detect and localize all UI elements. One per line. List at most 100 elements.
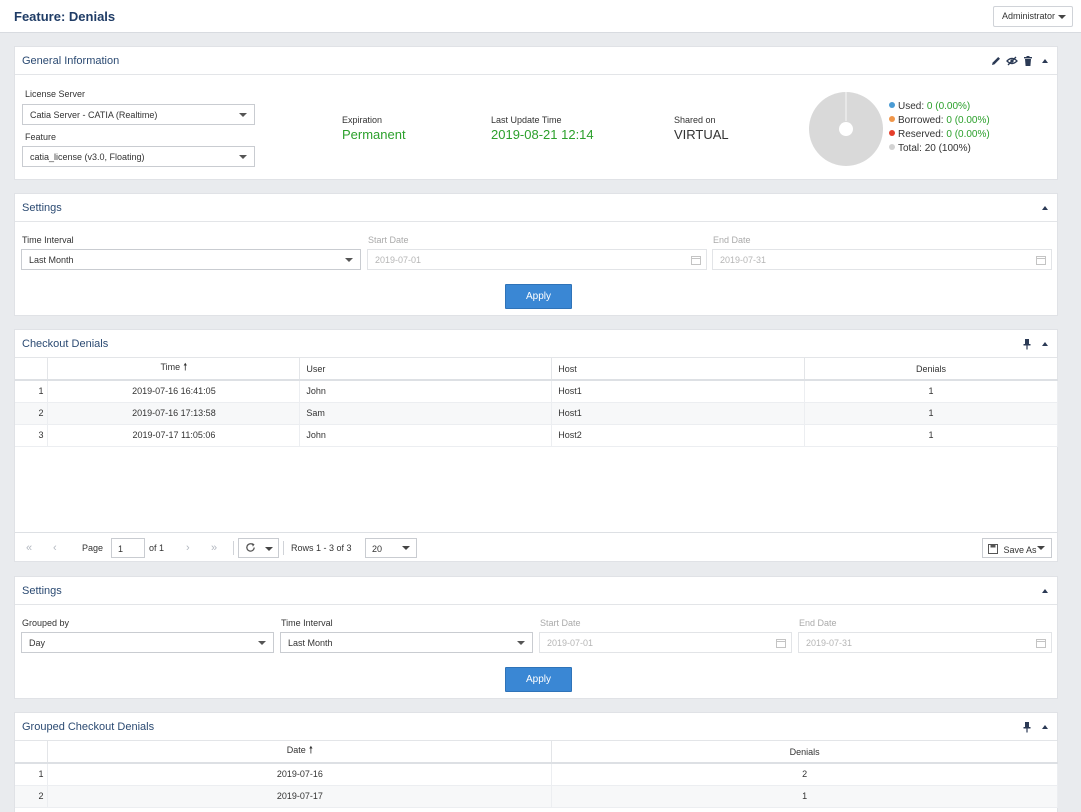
apply-button[interactable]: Apply bbox=[505, 667, 572, 692]
column-header-label: Denials bbox=[916, 363, 947, 374]
cell-host: Host2 bbox=[551, 424, 806, 447]
page-size-select[interactable]: 20 bbox=[365, 538, 417, 558]
trash-icon[interactable] bbox=[1022, 55, 1034, 67]
chevron-down-icon bbox=[517, 641, 525, 645]
license-server-value: Catia Server - CATIA (Realtime) bbox=[30, 110, 158, 120]
row-number-header bbox=[15, 358, 49, 381]
apply-button[interactable]: Apply bbox=[505, 284, 572, 309]
grouped-checkout-denials-panel: Grouped Checkout Denials Date 🠕 Denials 1… bbox=[14, 712, 1058, 812]
cell-host: Host1 bbox=[551, 380, 806, 403]
feature-value: catia_license (v3.0, Floating) bbox=[30, 152, 145, 162]
collapse-icon[interactable] bbox=[1042, 725, 1048, 729]
start-date-value: 2019-07-01 bbox=[375, 255, 422, 265]
grouped-denials-table: Date 🠕 Denials 1 2019-07-16 2 2 2019-07-1… bbox=[15, 741, 1058, 808]
legend-label: Borrowed: bbox=[898, 115, 944, 126]
chevron-down-icon bbox=[258, 641, 266, 645]
legend-dot bbox=[889, 130, 895, 136]
last-page-icon[interactable]: » bbox=[211, 542, 217, 554]
expiration-value: Permanent bbox=[342, 127, 406, 142]
start-date-input[interactable]: 2019-07-01 bbox=[539, 632, 792, 653]
end-date-input[interactable]: 2019-07-31 bbox=[712, 249, 1052, 270]
license-server-select[interactable]: Catia Server - CATIA (Realtime) bbox=[22, 104, 255, 125]
sort-asc-icon: 🠕 bbox=[308, 745, 314, 756]
end-date-value: 2019-07-31 bbox=[720, 255, 767, 265]
page-number-input[interactable]: 1 bbox=[111, 538, 145, 558]
collapse-icon[interactable] bbox=[1042, 59, 1048, 63]
collapse-icon[interactable] bbox=[1042, 589, 1048, 593]
end-date-label: End Date bbox=[799, 618, 837, 628]
pagination-bar: « ‹ Page 1 of 1 › » Rows 1 - 3 of 3 20 S… bbox=[15, 532, 1057, 562]
row-number: 2 bbox=[15, 402, 49, 425]
feature-select[interactable]: catia_license (v3.0, Floating) bbox=[22, 146, 255, 167]
time-interval-select[interactable]: Last Month bbox=[280, 632, 533, 653]
legend-value: 0 (0.00%) bbox=[926, 101, 971, 112]
legend-label: Total: bbox=[898, 143, 922, 154]
column-header-date[interactable]: Date 🠕 bbox=[47, 741, 553, 764]
table-row[interactable]: 1 2019-07-16 16:41:05 John Host1 1 bbox=[15, 380, 1058, 403]
license-server-label: License Server bbox=[25, 89, 86, 99]
end-date-input[interactable]: 2019-07-31 bbox=[798, 632, 1052, 653]
table-row[interactable]: 3 2019-07-17 11:05:06 John Host2 1 bbox=[15, 424, 1058, 447]
legend-total: Total: 20 (100%) bbox=[889, 143, 971, 154]
pin-icon[interactable] bbox=[1021, 721, 1033, 733]
legend-value: 20 (100%) bbox=[924, 143, 971, 154]
chevron-down-icon bbox=[239, 155, 247, 159]
collapse-icon[interactable] bbox=[1042, 206, 1048, 210]
time-interval-select[interactable]: Last Month bbox=[21, 249, 361, 270]
cell-user: John bbox=[299, 424, 553, 447]
cell-date: 2019-07-17 bbox=[47, 785, 553, 808]
first-page-icon[interactable]: « bbox=[26, 542, 32, 554]
collapse-icon[interactable] bbox=[1042, 342, 1048, 346]
column-header-user[interactable]: User bbox=[299, 358, 553, 381]
next-page-icon[interactable]: › bbox=[186, 542, 190, 554]
table-row[interactable]: 1 2019-07-16 2 bbox=[15, 763, 1058, 786]
column-header-label: Denials bbox=[789, 746, 820, 757]
cell-denials: 1 bbox=[804, 424, 1058, 447]
legend-dot bbox=[889, 102, 895, 108]
start-date-input[interactable]: 2019-07-01 bbox=[367, 249, 707, 270]
panel-title: Grouped Checkout Denials bbox=[22, 721, 155, 733]
page-label: Page bbox=[82, 543, 104, 553]
time-interval-value: Last Month bbox=[288, 638, 333, 648]
column-header-host[interactable]: Host bbox=[551, 358, 806, 381]
edit-icon[interactable] bbox=[990, 55, 1002, 67]
grouped-settings-panel: Settings Grouped by Day Time Interval La… bbox=[14, 576, 1058, 699]
rows-info: Rows 1 - 3 of 3 bbox=[291, 543, 352, 553]
legend-dot bbox=[889, 116, 895, 122]
column-header-label: Host bbox=[558, 363, 577, 374]
column-header-label: Time bbox=[160, 362, 181, 372]
page-size-value: 20 bbox=[372, 544, 383, 554]
page-count: of 1 bbox=[149, 543, 165, 553]
pin-icon[interactable] bbox=[1021, 338, 1033, 350]
feature-label: Feature bbox=[25, 132, 57, 142]
table-row[interactable]: 2 2019-07-17 1 bbox=[15, 785, 1058, 808]
legend-value: 0 (0.00%) bbox=[946, 115, 990, 126]
row-number-header bbox=[15, 741, 49, 764]
page-title: Feature: Denials bbox=[14, 9, 116, 24]
chevron-down-icon bbox=[265, 547, 273, 551]
grouped-by-label: Grouped by bbox=[22, 618, 70, 628]
panel-header: General Information bbox=[15, 47, 1057, 75]
start-date-label: Start Date bbox=[540, 618, 581, 628]
panel-header: Settings bbox=[15, 577, 1057, 605]
column-header-denials[interactable]: Denials bbox=[551, 741, 1058, 764]
calendar-icon bbox=[776, 639, 786, 648]
settings-panel: Settings Time Interval Last Month Start … bbox=[14, 193, 1058, 316]
column-header-time[interactable]: Time 🠕 bbox=[47, 358, 301, 381]
hide-icon[interactable] bbox=[1006, 55, 1018, 67]
grouped-by-select[interactable]: Day bbox=[21, 632, 274, 653]
chevron-down-icon bbox=[402, 546, 410, 550]
save-as-button[interactable]: Save As bbox=[982, 538, 1052, 558]
legend-reserved: Reserved: 0 (0.00%) bbox=[889, 129, 990, 140]
cell-denials: 1 bbox=[804, 402, 1058, 425]
table-row[interactable]: 2 2019-07-16 17:13:58 Sam Host1 1 bbox=[15, 402, 1058, 425]
user-menu-dropdown[interactable]: Administrator bbox=[993, 6, 1073, 27]
column-header-denials[interactable]: Denials bbox=[804, 358, 1058, 381]
last-update-value: 2019-08-21 12:14 bbox=[491, 127, 594, 142]
refresh-button[interactable] bbox=[238, 538, 279, 558]
cell-date: 2019-07-16 bbox=[47, 763, 553, 786]
checkout-denials-table: Time 🠕 User Host Denials 1 2019-07-16 16:… bbox=[15, 358, 1058, 447]
cell-time: 2019-07-17 11:05:06 bbox=[47, 424, 301, 447]
save-icon bbox=[988, 544, 998, 554]
previous-page-icon[interactable]: ‹ bbox=[53, 542, 57, 554]
